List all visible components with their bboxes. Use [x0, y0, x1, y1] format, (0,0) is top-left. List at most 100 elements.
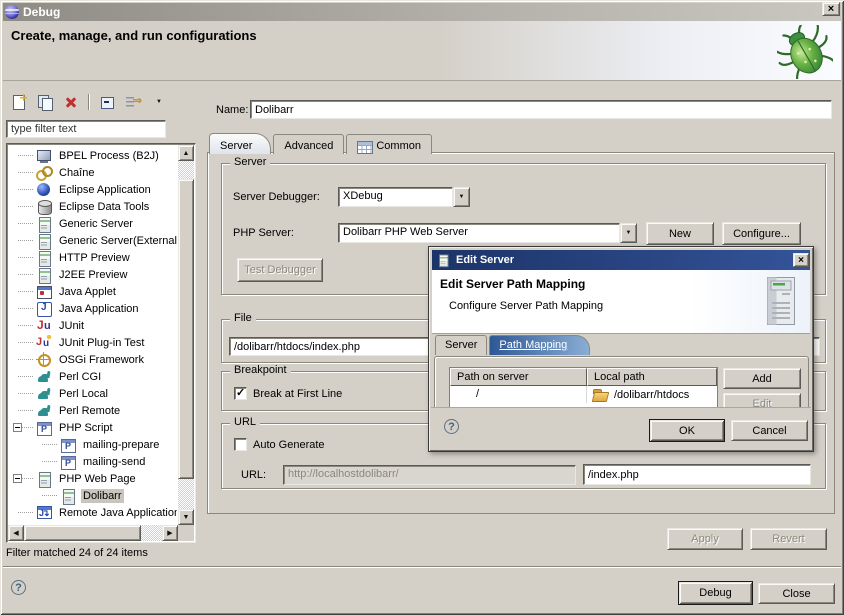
cell-local-path: /dolibarr/htdocs — [587, 386, 717, 403]
tree-vertical-scrollbar[interactable]: ▲ ▼ — [178, 145, 194, 525]
dialog-help-icon[interactable]: ? — [444, 419, 459, 434]
combo-arrow-icon[interactable]: ▼ — [453, 187, 470, 207]
tree-item-bpel[interactable]: BPEL Process (B2J) — [8, 147, 177, 164]
tree-item-perl-remote[interactable]: Perl Remote — [8, 402, 177, 419]
tree-item-generic-server[interactable]: Generic Server — [8, 215, 177, 232]
file-group-legend: File — [230, 312, 256, 324]
server-tower-icon — [766, 276, 796, 331]
auto-generate-label: Auto Generate — [253, 439, 325, 451]
collapse-expander[interactable] — [13, 423, 22, 432]
tree-rows: BPEL Process (B2J) Chaîne Eclipse Applic… — [8, 147, 177, 524]
scroll-down-button[interactable]: ▼ — [178, 509, 194, 525]
window-close-button[interactable]: × — [822, 2, 840, 16]
new-configuration-button[interactable] — [8, 92, 30, 112]
java-application-icon — [36, 301, 52, 317]
column-local-path: Local path — [587, 368, 717, 386]
filter-icon — [125, 94, 141, 110]
name-label: Name: — [216, 104, 248, 116]
horizontal-scroll-thumb[interactable] — [24, 525, 141, 541]
collapse-all-button[interactable] — [96, 92, 118, 112]
configure-server-button[interactable]: Configure... — [722, 222, 801, 245]
debug-button[interactable]: Debug — [678, 581, 753, 605]
delete-icon — [63, 94, 79, 110]
tree-item-perl-cgi[interactable]: Perl CGI — [8, 368, 177, 385]
tree-item-mailing-send[interactable]: mailing-send — [8, 453, 177, 470]
ok-button[interactable]: OK — [649, 419, 725, 442]
vertical-scroll-thumb[interactable] — [178, 179, 194, 479]
edit-server-close-button[interactable]: × — [793, 253, 809, 267]
menu-arrow-icon: ▼ — [156, 99, 162, 105]
tab-common[interactable]: Common — [346, 134, 432, 154]
server-debugger-combo[interactable]: XDebug ▼ — [338, 187, 470, 207]
tree-item-chaine[interactable]: Chaîne — [8, 164, 177, 181]
php-icon — [60, 454, 76, 470]
url-path-input[interactable] — [583, 464, 811, 485]
tree-item-java-application[interactable]: Java Application — [8, 300, 177, 317]
scroll-left-button[interactable]: ◀ — [8, 525, 24, 541]
duplicate-icon — [37, 94, 53, 110]
tab-advanced[interactable]: Advanced — [273, 134, 344, 154]
break-first-line-checkbox[interactable]: ✓ — [234, 387, 247, 400]
tree-item-php-script[interactable]: PHP Script — [8, 419, 177, 436]
server-icon — [60, 488, 76, 504]
filter-input[interactable] — [6, 120, 166, 138]
tree-item-dolibarr[interactable]: Dolibarr — [8, 487, 177, 504]
collapse-all-icon — [99, 94, 115, 110]
tree-item-mailing-prepare[interactable]: mailing-prepare — [8, 436, 177, 453]
chain-icon — [36, 165, 52, 181]
delete-configuration-button[interactable] — [60, 92, 82, 112]
window-title: Debug — [23, 5, 60, 19]
tab-server[interactable]: Server — [209, 133, 271, 154]
debug-configurations-window: Debug × Create, manage, and run configur… — [0, 0, 844, 615]
server-icon — [36, 471, 52, 487]
tree-horizontal-scrollbar[interactable]: ◀ ▶ — [8, 525, 178, 541]
help-icon[interactable]: ? — [11, 580, 26, 595]
php-icon — [60, 437, 76, 453]
collapse-expander[interactable] — [13, 474, 22, 483]
breakpoint-group-legend: Breakpoint — [230, 364, 291, 376]
tree-item-java-applet[interactable]: Java Applet — [8, 283, 177, 300]
auto-generate-checkbox[interactable] — [234, 438, 247, 451]
tree-item-eclipse-application[interactable]: Eclipse Application — [8, 181, 177, 198]
tree-item-j2ee-preview[interactable]: J2EE Preview — [8, 266, 177, 283]
filter-menu-button[interactable]: ▼ — [148, 92, 170, 112]
folder-icon — [593, 388, 609, 401]
php-server-combo[interactable]: Dolibarr PHP Web Server ▼ — [338, 223, 637, 243]
eclipse-application-icon — [36, 182, 52, 198]
tree-item-http-preview[interactable]: HTTP Preview — [8, 249, 177, 266]
scroll-right-button[interactable]: ▶ — [162, 525, 178, 541]
server-debugger-label: Server Debugger: — [233, 191, 320, 203]
server-icon — [36, 233, 52, 249]
tree-item-perl-local[interactable]: Perl Local — [8, 385, 177, 402]
edit-server-subheading: Configure Server Path Mapping — [449, 300, 603, 312]
tree-item-junit[interactable]: JUnit — [8, 317, 177, 334]
url-label: URL: — [241, 469, 266, 481]
filter-button[interactable] — [122, 92, 144, 112]
edit-server-header: Edit Server Path Mapping Configure Serve… — [432, 270, 810, 334]
column-path-on-server: Path on server — [450, 368, 587, 386]
header-banner: Create, manage, and run configurations — [3, 21, 841, 81]
new-configuration-icon — [11, 94, 27, 110]
tree-item-remote-java[interactable]: Remote Java Application — [8, 504, 177, 521]
tree-item-eclipse-data-tools[interactable]: Eclipse Data Tools — [8, 198, 177, 215]
tab-server-settings[interactable]: Server — [435, 335, 487, 355]
tree-item-osgi[interactable]: OSGi Framework — [8, 351, 177, 368]
name-input[interactable] — [250, 100, 832, 119]
table-row[interactable]: / /dolibarr/htdocs — [450, 386, 717, 403]
tree-item-php-web-page[interactable]: PHP Web Page — [8, 470, 177, 487]
add-mapping-button[interactable]: Add — [723, 368, 801, 389]
tree-item-junit-plugin[interactable]: JUnit Plug-in Test — [8, 334, 177, 351]
combo-arrow-icon[interactable]: ▼ — [620, 223, 637, 243]
tab-path-mapping[interactable]: Path Mapping — [489, 335, 590, 355]
perl-camel-icon — [36, 386, 52, 402]
close-button[interactable]: Close — [758, 583, 835, 604]
tree-item-generic-server-external[interactable]: Generic Server(External La — [8, 232, 177, 249]
server-icon — [437, 254, 450, 267]
cancel-button[interactable]: Cancel — [731, 420, 808, 441]
new-server-button[interactable]: New — [646, 222, 714, 245]
server-icon — [36, 216, 52, 232]
filter-match-status: Filter matched 24 of 24 items — [6, 547, 148, 559]
duplicate-configuration-button[interactable] — [34, 92, 56, 112]
server-icon — [36, 267, 52, 283]
scroll-up-button[interactable]: ▲ — [178, 145, 194, 161]
